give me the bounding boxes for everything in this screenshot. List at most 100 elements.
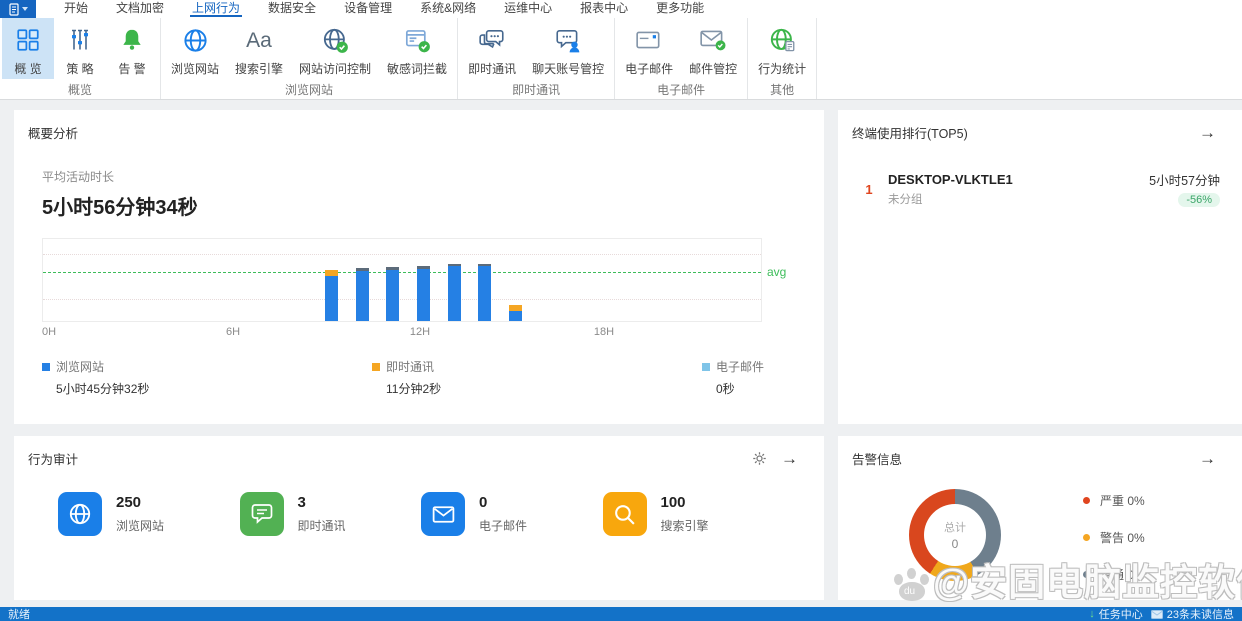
menu-item-more-features[interactable]: 更多功能 (642, 0, 718, 18)
menu-item-web-behavior[interactable]: 上网行为 (178, 0, 254, 18)
rank-number: 1 (865, 181, 873, 197)
menu-item-data-security[interactable]: 数据安全 (254, 0, 330, 18)
arrow-right-icon[interactable]: → (781, 450, 798, 467)
ribbon-item-sensitive-word-block[interactable]: 敏感词拦截 (379, 18, 455, 79)
menu-item-device-mgmt[interactable]: 设备管理 (330, 0, 406, 18)
menu-item-report-center[interactable]: 报表中心 (566, 0, 642, 18)
legend-value: 0秒 (715, 382, 735, 396)
chevron-down-icon (21, 7, 28, 11)
stat-value: 0 (479, 494, 488, 511)
mail-check-icon (699, 24, 727, 56)
donut-center: 总计 0 (924, 504, 986, 566)
bell-icon (119, 24, 145, 56)
ribbon-item-label: 邮件管控 (689, 62, 738, 76)
activity-chart-xaxis: 0H 6H 12H 18H (42, 326, 762, 340)
ribbon-item-site-access-control[interactable]: 网站访问控制 (291, 18, 379, 79)
activity-chart-plot: avg (42, 238, 786, 322)
audit-stats: 250 浏览网站 3 即时通讯 0 电子邮件 100 搜索引擎 (14, 468, 824, 536)
chart-gridline (43, 254, 761, 256)
bar-segment-browse (386, 270, 400, 321)
summary-panel: 概要分析 平均活动时长 5小时56分钟34秒 avg 0H 6H 12H 18H 浏览… (14, 110, 824, 424)
legend-item-browse: 浏览网站 5小时45分钟32秒 (42, 358, 162, 397)
legend-item-im: 即时通讯 11分钟2秒 (371, 358, 492, 397)
ribbon-item-mail-control[interactable]: 邮件管控 (681, 18, 745, 79)
ribbon-item-alert[interactable]: 告 警 (106, 18, 158, 79)
ribbon-group-im: 即时通讯 聊天账号管控 即时通讯 (458, 18, 616, 99)
legend-name: 电子邮件 (715, 360, 764, 374)
legend-value: 0% (1127, 568, 1145, 582)
ribbon-item-label: 策 略 (66, 62, 94, 76)
status-bar: 就绪 ↓ 任务中心 23条未读信息 (0, 607, 1242, 621)
legend-name: 即时通讯 (385, 360, 434, 374)
mail-icon (421, 492, 465, 536)
gear-icon[interactable] (752, 451, 767, 466)
stat-value: 3 (297, 494, 306, 511)
arrow-right-icon[interactable]: → (1199, 450, 1216, 467)
stat-label: 浏览网站 (116, 519, 165, 533)
menu-item-doc-encrypt[interactable]: 文档加密 (102, 0, 178, 18)
menu-item-ops-center[interactable]: 运维中心 (490, 0, 566, 18)
x-tick-label: 12H (409, 326, 431, 338)
ribbon-item-label: 浏览网站 (171, 62, 220, 76)
chart-gridline (43, 298, 761, 300)
bar-segment-browse (508, 311, 522, 321)
font-aa-icon: Aa (246, 28, 272, 52)
ribbon-item-chat-account-control[interactable]: 聊天账号管控 (524, 18, 612, 79)
ribbon-group-label: 其他 (770, 83, 795, 97)
unread-messages-label: 23条未读信息 (1166, 609, 1234, 621)
audit-panel-title: 行为审计 (28, 453, 79, 467)
app-menu-button[interactable] (0, 0, 36, 18)
stat-card-email[interactable]: 0 电子邮件 (421, 492, 603, 536)
ribbon-item-label: 即时通讯 (468, 62, 517, 76)
stat-card-im[interactable]: 3 即时通讯 (239, 492, 422, 536)
ribbon-item-im[interactable]: 即时通讯 (460, 18, 524, 79)
bar-segment-browse (416, 268, 430, 321)
app-window: 开始 文档加密 上网行为 数据安全 设备管理 系统&网络 运维中心 报表中心 更… (0, 0, 1242, 621)
change-badge: -56% (1178, 193, 1220, 207)
ribbon-group-label: 电子邮件 (657, 83, 706, 97)
chat-user-icon (554, 24, 582, 56)
terminal-duration: 5小时57分钟 (1149, 174, 1220, 188)
bar-segment-browse (447, 266, 461, 321)
ribbon-group-overview: 概 览 策 略 告 警 概览 (0, 18, 161, 99)
donut-total-value: 0 (951, 537, 959, 551)
ribbon-item-overview[interactable]: 概 览 (2, 18, 54, 79)
stat-card-browse[interactable]: 250 浏览网站 (58, 492, 240, 536)
ribbon-item-browse-sites[interactable]: 浏览网站 (163, 18, 227, 79)
arrow-right-icon[interactable]: → (1199, 124, 1216, 141)
legend-dot (1083, 497, 1090, 504)
avg-activity-label: 平均活动时长 (42, 170, 115, 184)
unread-messages-button[interactable]: 23条未读信息 (1150, 606, 1234, 621)
ribbon-item-behavior-stats[interactable]: 行为统计 (750, 18, 814, 79)
ribbon-item-email[interactable]: 电子邮件 (617, 18, 681, 79)
stat-label: 电子邮件 (479, 519, 528, 533)
menu-bar: 开始 文档加密 上网行为 数据安全 设备管理 系统&网络 运维中心 报表中心 更… (0, 0, 1242, 18)
globe-stats-icon (769, 24, 796, 56)
search-icon (602, 492, 647, 536)
ribbon-group-email: 电子邮件 邮件管控 电子邮件 (615, 18, 749, 99)
stat-label: 搜索引擎 (660, 519, 709, 533)
terminal-name: DESKTOP-VLKTLE1 (888, 171, 1013, 187)
chart-bar (324, 270, 338, 321)
stat-card-search[interactable]: 100 搜索引擎 (602, 492, 785, 536)
bar-segment-browse (478, 266, 492, 321)
x-tick-label: 18H (593, 326, 615, 338)
top5-row[interactable]: 1 DESKTOP-VLKTLE1 未分组 5小时57分钟 -56% (856, 170, 1220, 208)
document-icon (8, 2, 19, 16)
top5-panel-title: 终端使用排行(TOP5) (852, 127, 968, 141)
ribbon-toolbar: 概 览 策 略 告 警 概览 浏览网站 Aa 搜索引擎 网站访问控制 敏感词拦截… (0, 18, 1242, 100)
ribbon-group-other: 行为统计 其他 (748, 18, 818, 99)
menu-item-start[interactable]: 开始 (50, 0, 102, 18)
stat-value: 250 (116, 494, 142, 511)
ribbon-group-browse: 浏览网站 Aa 搜索引擎 网站访问控制 敏感词拦截 浏览网站 (161, 18, 459, 99)
legend-name: 浏览网站 (56, 360, 105, 374)
legend-name: 警告 (1100, 531, 1125, 545)
ribbon-item-label: 概 览 (14, 62, 42, 76)
ribbon-item-label: 敏感词拦截 (387, 62, 448, 76)
ribbon-item-search-engine[interactable]: Aa 搜索引擎 (227, 18, 291, 79)
ribbon-item-policy[interactable]: 策 略 (54, 18, 106, 79)
task-center-button[interactable]: ↓ 任务中心 (1089, 606, 1143, 621)
bar-segment-browse (355, 270, 369, 321)
menu-item-system-network[interactable]: 系统&网络 (406, 0, 490, 18)
legend-dot (1083, 571, 1090, 578)
